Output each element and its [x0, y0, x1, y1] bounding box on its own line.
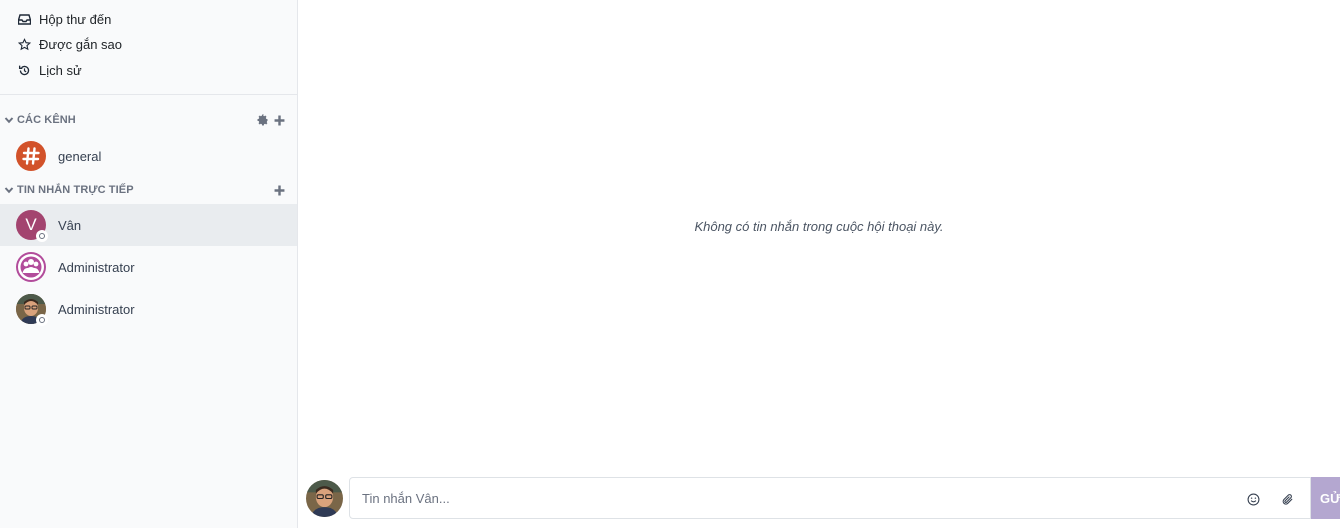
mailbox-inbox[interactable]: Hộp thư đến [0, 6, 297, 32]
mailbox-starred[interactable]: Được gắn sao [0, 31, 297, 57]
star-icon [17, 37, 31, 51]
add-channel-icon[interactable] [272, 113, 286, 127]
mailbox-label: Hộp thư đến [39, 11, 112, 27]
dm-name: Vân [58, 217, 82, 233]
avatar [16, 252, 46, 282]
direct-messages-category[interactable]: TIN NHẮN TRỰC TIẾP [0, 180, 297, 200]
channels-category[interactable]: CÁC KÊNH [0, 110, 297, 130]
sidebar: Hộp thư đến Được gắn sao Lịch sử CÁC KÊN… [0, 0, 298, 528]
inbox-icon [17, 12, 31, 26]
dm-item-administrator[interactable]: Administrator [0, 288, 297, 330]
mailbox-label: Được gắn sao [39, 36, 122, 52]
dm-item-van[interactable]: V Vân [0, 204, 297, 246]
hash-icon [16, 141, 46, 171]
sidebar-divider [0, 94, 297, 95]
bot-avatar-icon [18, 254, 44, 280]
chevron-down-icon[interactable] [3, 185, 14, 196]
dm-name: Administrator [58, 301, 135, 317]
dm-name: Administrator [58, 259, 135, 275]
thread-view: Không có tin nhắn trong cuộc hội thoại n… [298, 0, 1340, 528]
avatar [16, 294, 48, 326]
emoji-icon[interactable] [1244, 490, 1262, 508]
category-label: TIN NHẮN TRỰC TIẾP [17, 184, 134, 196]
chevron-down-icon[interactable] [3, 115, 14, 126]
empty-thread-message: Không có tin nhắn trong cuộc hội thoại n… [694, 219, 944, 234]
offline-status-icon [36, 230, 48, 242]
composer-avatar [306, 480, 343, 517]
send-button[interactable]: GỬI [1311, 477, 1340, 519]
channel-item-general[interactable]: general [0, 135, 297, 177]
gear-icon[interactable] [256, 113, 270, 127]
channel-name: general [58, 148, 102, 164]
message-input[interactable]: Tin nhắn Vân... [349, 477, 1311, 519]
add-chat-icon[interactable] [272, 183, 286, 197]
avatar: V [16, 210, 48, 242]
category-label: CÁC KÊNH [17, 114, 76, 126]
mailbox-history[interactable]: Lịch sử [0, 57, 297, 83]
offline-status-icon [36, 314, 48, 326]
message-input-placeholder: Tin nhắn Vân... [362, 491, 450, 506]
user-photo-icon [306, 480, 343, 517]
history-icon [17, 63, 31, 77]
paperclip-icon[interactable] [1278, 490, 1296, 508]
dm-item-administrator-bot[interactable]: Administrator [0, 246, 297, 288]
avatar-letter: V [25, 215, 37, 234]
mailbox-label: Lịch sử [39, 62, 82, 78]
